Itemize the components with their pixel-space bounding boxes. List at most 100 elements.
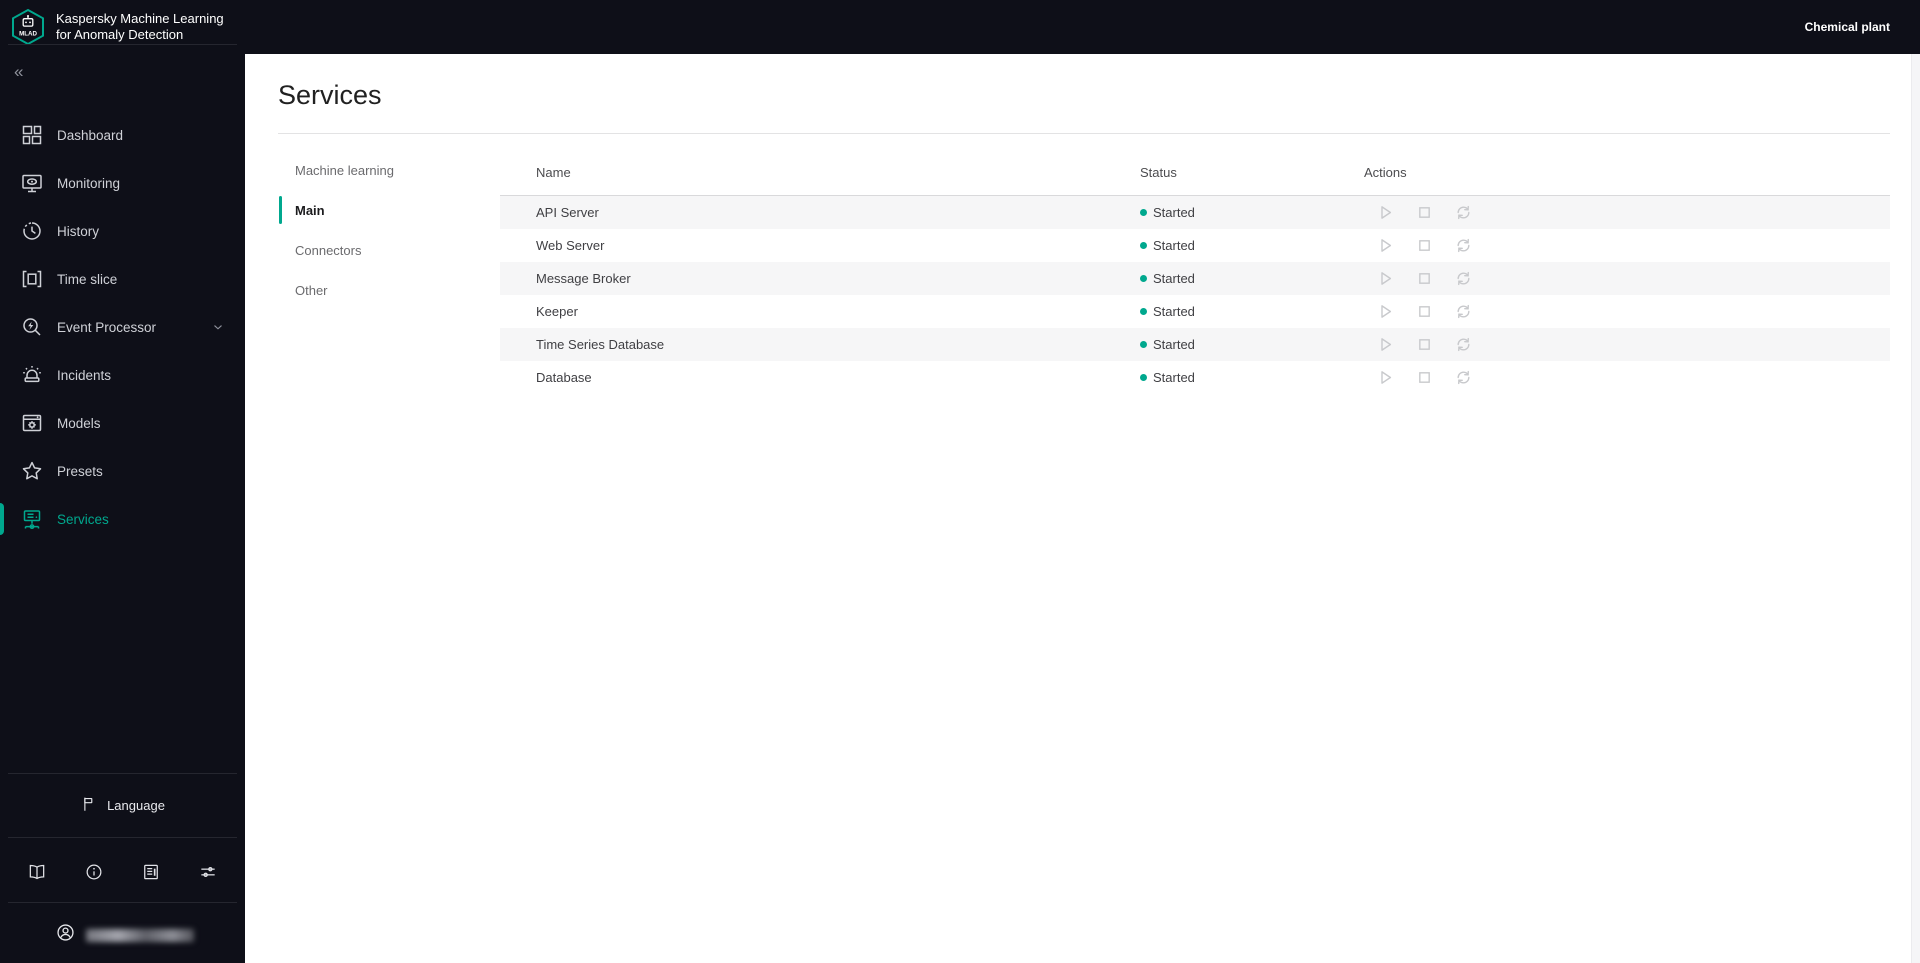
status-dot-icon: [1140, 242, 1147, 249]
sidebar-item-label: Event Processor: [57, 319, 157, 335]
stop-service-button[interactable]: [1411, 365, 1437, 391]
sidebar-divider: [8, 902, 237, 903]
book-icon: [27, 862, 47, 882]
column-header-actions: Actions: [1364, 165, 1407, 180]
sliders-button[interactable]: [188, 852, 228, 892]
stop-icon: [1418, 306, 1430, 317]
language-button[interactable]: Language: [0, 789, 245, 821]
title-divider: [278, 133, 1890, 134]
status-label: Started: [1153, 238, 1195, 253]
book-button[interactable]: [17, 852, 57, 892]
status-label: Started: [1153, 205, 1195, 220]
main-content: Services Machine learning Main Connectors O…: [245, 54, 1920, 963]
service-name: Web Server: [536, 238, 605, 253]
restart-service-button[interactable]: [1450, 332, 1476, 358]
flag-icon: [80, 795, 98, 816]
tab-machine-learning[interactable]: Machine learning: [279, 150, 464, 190]
table-row: Time Series Database Started: [500, 328, 1890, 361]
stop-service-button[interactable]: [1411, 266, 1437, 292]
sidebar-item-incidents[interactable]: Incidents: [0, 351, 245, 399]
sidebar-divider: [8, 773, 237, 774]
services-icon: [20, 507, 44, 531]
sidebar-nav: Dashboard Monitoring History Time slice Even…: [0, 111, 245, 543]
tab-main[interactable]: Main: [279, 190, 464, 230]
environment-label: Chemical plant: [1804, 20, 1890, 34]
user-avatar-icon: [55, 922, 76, 948]
restart-service-button[interactable]: [1450, 200, 1476, 226]
sidebar-item-monitoring[interactable]: Monitoring: [0, 159, 245, 207]
service-status: Started: [1140, 205, 1364, 220]
release-notes-icon: [141, 862, 161, 882]
info-icon: [84, 862, 104, 882]
history-icon: [20, 219, 44, 243]
start-service-button[interactable]: [1372, 332, 1398, 358]
tab-connectors[interactable]: Connectors: [279, 230, 464, 270]
play-icon: [1380, 371, 1391, 384]
stop-service-button[interactable]: [1411, 332, 1437, 358]
sidebar-item-models[interactable]: Models: [0, 399, 245, 447]
sidebar-item-history[interactable]: History: [0, 207, 245, 255]
presets-icon: [20, 459, 44, 483]
dashboard-icon: [20, 123, 44, 147]
restart-service-button[interactable]: [1450, 266, 1476, 292]
restart-icon: [1456, 271, 1470, 286]
time-slice-icon: [20, 267, 44, 291]
info-button[interactable]: [74, 852, 114, 892]
release-notes-button[interactable]: [131, 852, 171, 892]
scrollbar[interactable]: [1911, 54, 1920, 963]
restart-service-button[interactable]: [1450, 365, 1476, 391]
user-account-button[interactable]: [0, 917, 245, 953]
status-label: Started: [1153, 370, 1195, 385]
stop-service-button[interactable]: [1411, 200, 1437, 226]
play-icon: [1380, 206, 1391, 219]
start-service-button[interactable]: [1372, 266, 1398, 292]
sidebar-item-time-slice[interactable]: Time slice: [0, 255, 245, 303]
sidebar-item-label: Incidents: [57, 367, 112, 383]
status-dot-icon: [1140, 275, 1147, 282]
restart-service-button[interactable]: [1450, 233, 1476, 259]
stop-icon: [1418, 273, 1430, 284]
sidebar-item-label: Models: [57, 415, 101, 431]
restart-icon: [1456, 205, 1470, 220]
start-service-button[interactable]: [1372, 200, 1398, 226]
service-name: Time Series Database: [536, 337, 665, 352]
service-actions: [1364, 233, 1890, 259]
table-row: API Server Started: [500, 196, 1890, 229]
sidebar-item-label: History: [57, 223, 100, 239]
stop-service-button[interactable]: [1411, 299, 1437, 325]
services-table: Name Status Actions API Server Started Web…: [500, 150, 1890, 394]
stop-icon: [1418, 207, 1430, 218]
restart-icon: [1456, 337, 1470, 352]
start-service-button[interactable]: [1372, 233, 1398, 259]
sidebar-collapse-button[interactable]: «: [14, 60, 42, 84]
column-header-name: Name: [536, 165, 571, 180]
stop-service-button[interactable]: [1411, 233, 1437, 259]
status-dot-icon: [1140, 308, 1147, 315]
status-label: Started: [1153, 337, 1195, 352]
sidebar-item-presets[interactable]: Presets: [0, 447, 245, 495]
table-row: Database Started: [500, 361, 1890, 394]
service-status: Started: [1140, 337, 1364, 352]
tab-other[interactable]: Other: [279, 270, 464, 310]
status-label: Started: [1153, 271, 1195, 286]
table-header: Name Status Actions: [500, 150, 1890, 196]
restart-service-button[interactable]: [1450, 299, 1476, 325]
stop-icon: [1418, 339, 1430, 350]
start-service-button[interactable]: [1372, 299, 1398, 325]
incidents-icon: [20, 363, 44, 387]
start-service-button[interactable]: [1372, 365, 1398, 391]
stop-icon: [1418, 240, 1430, 251]
sidebar-item-services[interactable]: Services: [0, 495, 245, 543]
sidebar-footer-icons: [17, 852, 228, 892]
status-dot-icon: [1140, 374, 1147, 381]
models-icon: [20, 411, 44, 435]
sidebar-item-event-processor[interactable]: Event Processor: [0, 303, 245, 351]
service-name: Message Broker: [536, 271, 631, 286]
sidebar-item-label: Presets: [57, 463, 103, 479]
play-icon: [1380, 338, 1391, 351]
sidebar-item-dashboard[interactable]: Dashboard: [0, 111, 245, 159]
app-title: Kaspersky Machine Learning for Anomaly D…: [56, 11, 224, 42]
status-dot-icon: [1140, 341, 1147, 348]
service-name: Keeper: [536, 304, 578, 319]
page-title: Services: [278, 80, 382, 110]
